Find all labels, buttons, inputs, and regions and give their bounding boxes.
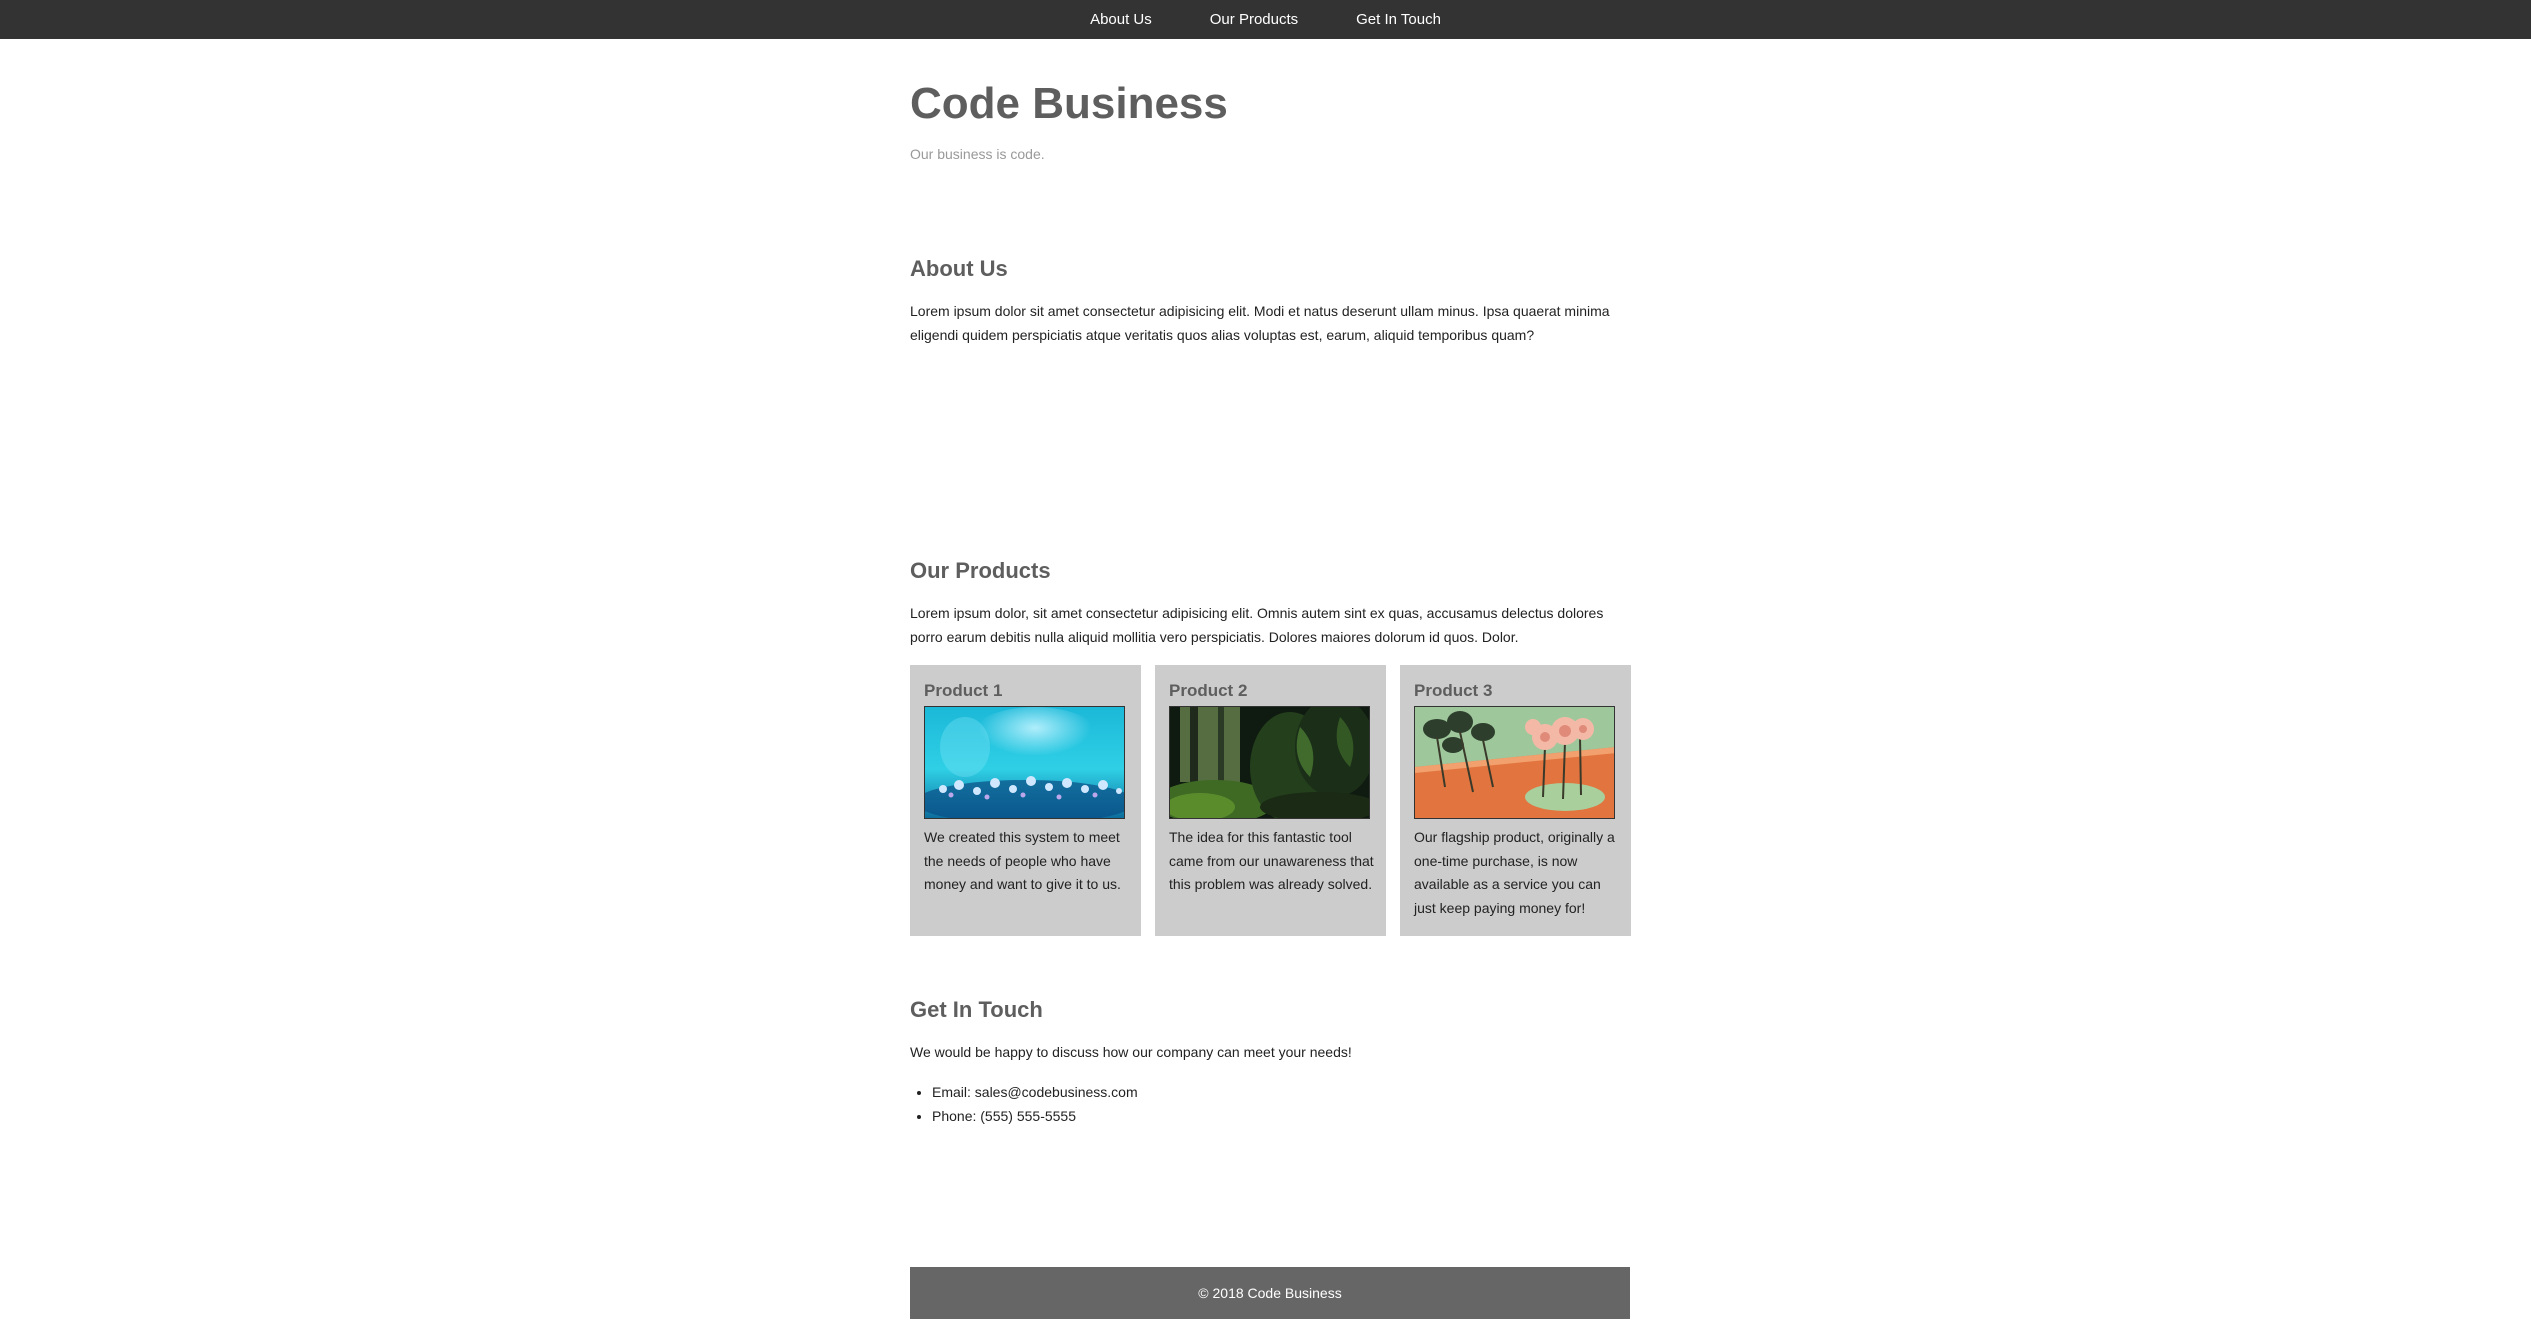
contact-email[interactable]: Email: sales@codebusiness.com [932,1081,1138,1105]
product-card-3: Product 3 Our flagship product, original… [1400,665,1631,936]
pink-flowers-illustration-image [1414,706,1615,819]
product-description: Our flagship product, originally a one-t… [1414,829,1615,916]
contact-phone[interactable]: Phone: (555) 555-5555 [932,1105,1138,1129]
product-card-1: Product 1 We created this system to meet… [910,665,1141,936]
top-navigation: About Us Our Products Get In Touch [0,0,2531,39]
about-text: Lorem ipsum dolor sit amet consectetur a… [910,303,1610,343]
product-grid: Product 1 We created this system to meet… [910,665,1631,936]
site-title: Code Business [910,79,1228,128]
contact-heading: Get In Touch [910,997,1043,1022]
product-title: Product 1 [924,681,1003,700]
products-text: Lorem ipsum dolor, sit amet consectetur … [910,605,1604,645]
about-heading: About Us [910,256,1008,281]
contact-list: Email: sales@codebusiness.com Phone: (55… [910,1081,1138,1128]
green-forest-image [1169,706,1370,819]
product-description: We created this system to meet the needs… [924,829,1121,892]
product-card-2: Product 2 The idea for this fantastic to… [1155,665,1386,936]
site-tagline: Our business is code. [910,146,1045,162]
nav-link-about-us[interactable]: About Us [1090,11,1152,28]
footer-copyright: © 2018 Code Business [1198,1285,1342,1301]
product-description: The idea for this fantastic tool came fr… [1169,829,1374,892]
product-title: Product 3 [1414,681,1493,700]
site-footer: © 2018 Code Business [910,1267,1630,1319]
nav-link-our-products[interactable]: Our Products [1210,11,1298,28]
blue-bokeh-flowers-image [924,706,1125,819]
contact-text: We would be happy to discuss how our com… [910,1044,1352,1060]
product-title: Product 2 [1169,681,1248,700]
products-heading: Our Products [910,558,1051,583]
nav-link-get-in-touch[interactable]: Get In Touch [1356,11,1441,28]
